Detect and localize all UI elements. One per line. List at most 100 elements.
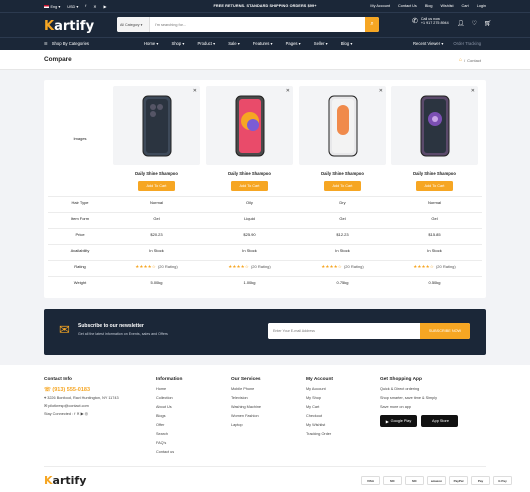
- logo-text: artify: [54, 19, 95, 34]
- order-tracking-link[interactable]: Order Tracking: [453, 41, 481, 46]
- product-name[interactable]: Daily Shine Shampoo: [299, 171, 386, 176]
- language-select[interactable]: Eng ▾: [44, 4, 60, 9]
- footer-link[interactable]: Checkout: [306, 412, 333, 421]
- add-to-cart-button[interactable]: Add To Cart: [231, 181, 268, 191]
- footer-divider: [44, 466, 486, 467]
- hair-cell: Normal: [150, 200, 163, 205]
- menu-item-shop[interactable]: Shop ▾: [171, 41, 184, 46]
- product-name[interactable]: Daily Shine Shampoo: [391, 171, 478, 176]
- close-icon[interactable]: ✕: [286, 88, 290, 94]
- logo[interactable]: Kartify: [44, 19, 94, 34]
- nav-right: Recent Viewer ▾ Order Tracking: [413, 37, 481, 50]
- footer-link[interactable]: My Cart: [306, 403, 333, 412]
- search-button[interactable]: ⌕: [365, 17, 379, 32]
- footer-link[interactable]: My Shop: [306, 394, 333, 403]
- home-icon[interactable]: ⌂: [459, 57, 462, 63]
- shop-by-categories-button[interactable]: ☰ Shop By Categories: [44, 37, 89, 50]
- price-cell: $25.90: [243, 232, 256, 237]
- phone-image: [142, 95, 171, 156]
- heart-icon[interactable]: ♡: [472, 20, 477, 27]
- footer-link[interactable]: Women Fashion: [231, 412, 261, 421]
- youtube-icon[interactable]: ▶: [81, 412, 84, 416]
- google-play-button[interactable]: ▶ Google Play: [380, 415, 417, 427]
- footer-link[interactable]: Blogs: [156, 412, 182, 421]
- close-icon[interactable]: ✕: [379, 88, 383, 94]
- weight-cell: 0.50kg: [428, 280, 441, 285]
- footer-link[interactable]: Search: [156, 430, 182, 439]
- top-link-wishlist[interactable]: Wishlist: [440, 4, 453, 8]
- category-select[interactable]: All Category ▾: [117, 17, 150, 32]
- rating-cell: ★★★★☆ (20 Rating): [113, 264, 200, 270]
- app-store-button[interactable]: App Store: [421, 415, 458, 427]
- footer-link[interactable]: Home: [156, 385, 182, 394]
- product-name[interactable]: Daily Shine Shampoo: [206, 171, 293, 176]
- footer-logo[interactable]: Kartify: [44, 474, 86, 487]
- footer-address: ⌖ 3226 Bonfood, Ravi Huntington, NY 1174…: [44, 396, 119, 400]
- recent-viewer-link[interactable]: Recent Viewer ▾: [413, 41, 443, 46]
- footer-link[interactable]: Washing Machine: [231, 403, 261, 412]
- price-cell: $12.23: [336, 232, 349, 237]
- row-divider: [48, 196, 482, 197]
- add-to-cart-button[interactable]: Add To Cart: [324, 181, 361, 191]
- top-link-contact[interactable]: Contact Us: [398, 4, 417, 8]
- row-label-images: Images: [73, 135, 87, 141]
- product-name[interactable]: Daily Shine Shampoo: [113, 171, 200, 176]
- footer-link[interactable]: Contact us: [156, 448, 182, 457]
- footer-email[interactable]: ✉ pilotkresp@contact.com: [44, 402, 144, 410]
- footer-link[interactable]: My Account: [306, 385, 333, 394]
- menu-item-seller[interactable]: Seller ▾: [314, 41, 328, 46]
- search-icon: ⌕: [370, 21, 374, 27]
- footer-link[interactable]: FAQ's: [156, 439, 182, 448]
- add-to-cart-button[interactable]: Add To Cart: [416, 181, 453, 191]
- footer-app: Get Shopping App Quick & Direct ordering…: [380, 377, 486, 427]
- phone-image: [235, 95, 264, 156]
- row-divider: [48, 228, 482, 229]
- footer-link[interactable]: About Us: [156, 403, 182, 412]
- footer-link[interactable]: My Wishlist: [306, 421, 333, 430]
- rating-cell: ★★★★☆ (20 Rating): [299, 264, 386, 270]
- menu-item-sale[interactable]: Sale ▾: [228, 41, 240, 46]
- footer-link[interactable]: Collection: [156, 394, 182, 403]
- menu-item-features[interactable]: Features ▾: [253, 41, 273, 46]
- top-link-account[interactable]: My Account: [370, 4, 390, 8]
- x-icon[interactable]: ✕: [76, 412, 79, 416]
- top-link-cart[interactable]: Cart: [462, 4, 469, 8]
- footer-link[interactable]: Television: [231, 394, 261, 403]
- facebook-icon[interactable]: f: [85, 4, 86, 8]
- product-image[interactable]: ✕: [113, 86, 200, 165]
- product-image[interactable]: ✕: [391, 86, 478, 165]
- add-to-cart-button[interactable]: Add To Cart: [138, 181, 175, 191]
- top-link-login[interactable]: Login: [477, 4, 486, 8]
- top-link-blog[interactable]: Blog: [425, 4, 433, 8]
- youtube-icon[interactable]: ▶: [103, 4, 106, 9]
- product-image[interactable]: ✕: [299, 86, 386, 165]
- footer-link[interactable]: Laptop: [231, 421, 261, 430]
- menu-item-product[interactable]: Product ▾: [197, 41, 215, 46]
- row-label-price: Price: [75, 232, 85, 237]
- menu-item-home[interactable]: Home ▾: [144, 41, 158, 46]
- form-cell: Gel: [431, 216, 438, 221]
- currency-select[interactable]: USD ▾: [67, 4, 78, 9]
- subscribe-button[interactable]: SUBSCRIBE NOW: [420, 323, 470, 339]
- x-icon[interactable]: ✕: [93, 4, 96, 9]
- search-input[interactable]: [150, 17, 365, 32]
- footer-link[interactable]: Offer: [156, 421, 182, 430]
- footer-link[interactable]: Mobile Phone: [231, 385, 261, 394]
- row-label-weight: Weight: [73, 280, 87, 285]
- menu-item-pages[interactable]: Pages ▾: [286, 41, 301, 46]
- payment-methods: VISA MC MC amazon PayPal Pay G Pay: [361, 476, 512, 485]
- product-image[interactable]: ✕: [206, 86, 293, 165]
- cart-icon[interactable]: 🛒︎: [484, 20, 492, 27]
- close-icon[interactable]: ✕: [193, 88, 197, 94]
- footer-phone[interactable]: ☏ (913) 555-0183: [44, 387, 144, 393]
- email-input[interactable]: [268, 323, 420, 339]
- header-icons: 👤︎ ♡ 🛒︎: [457, 20, 492, 27]
- footer-services-title: Our Services: [231, 377, 261, 382]
- currency-label: USD: [67, 4, 76, 9]
- footer-link[interactable]: Tracking Order: [306, 430, 333, 439]
- user-icon[interactable]: 👤︎: [457, 20, 465, 27]
- close-icon[interactable]: ✕: [471, 88, 475, 94]
- payment-badge: PayPal: [449, 476, 468, 485]
- instagram-icon[interactable]: ◎: [85, 412, 88, 416]
- menu-item-blog[interactable]: Blog ▾: [341, 41, 353, 46]
